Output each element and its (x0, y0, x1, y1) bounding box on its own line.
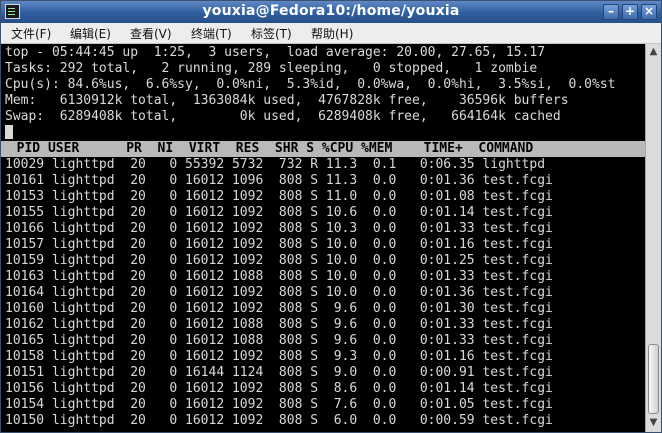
top-swap-line: Swap: 6289408k total, 0k used, 6289408k … (5, 109, 561, 124)
process-table-header: PID USER PR NI VIRT RES SHR S %CPU %MEM … (1, 141, 645, 157)
process-row: 10150 lighttpd 20 0 16012 1092 808 S 6.0… (5, 413, 553, 428)
process-row: 10166 lighttpd 20 0 16012 1092 808 S 10.… (5, 221, 553, 236)
process-row: 10153 lighttpd 20 0 16012 1092 808 S 11.… (5, 189, 553, 204)
process-row: 10159 lighttpd 20 0 16012 1092 808 S 10.… (5, 253, 553, 268)
process-row: 10154 lighttpd 20 0 16012 1092 808 S 7.6… (5, 397, 553, 412)
menu-terminal[interactable]: 终端(T) (191, 25, 232, 42)
process-row: 10155 lighttpd 20 0 16012 1092 808 S 10.… (5, 205, 553, 220)
close-icon[interactable]: × (641, 4, 657, 20)
maximize-icon[interactable]: + (622, 4, 638, 20)
top-uptime-line: top - 05:44:45 up 1:25, 3 users, load av… (5, 45, 546, 60)
process-row: 10157 lighttpd 20 0 16012 1092 808 S 10.… (5, 237, 553, 252)
window-title: youxia@Fedora10:/home/youxia (202, 3, 460, 19)
terminal-cursor (5, 125, 13, 139)
menu-file[interactable]: 文件(F) (11, 25, 51, 42)
process-row: 10160 lighttpd 20 0 16012 1092 808 S 9.6… (5, 301, 553, 316)
menu-edit[interactable]: 编辑(E) (70, 25, 111, 42)
process-row: 10158 lighttpd 20 0 16012 1092 808 S 9.3… (5, 349, 553, 364)
process-row: 10164 lighttpd 20 0 16012 1092 808 S 10.… (5, 285, 553, 300)
top-cpu-line: Cpu(s): 84.6%us, 6.6%sy, 0.0%ni, 5.3%id,… (5, 77, 616, 92)
scrollbar-thumb[interactable] (648, 344, 659, 414)
process-row: 10029 lighttpd 20 0 55392 5732 732 R 11.… (5, 157, 546, 172)
menu-tabs[interactable]: 标签(T) (251, 25, 292, 42)
terminal-window: youxia@Fedora10:/home/youxia – + × 文件(F)… (0, 0, 662, 433)
top-tasks-line: Tasks: 292 total, 2 running, 289 sleepin… (5, 61, 538, 76)
process-row: 10162 lighttpd 20 0 16012 1088 808 S 9.6… (5, 317, 553, 332)
menu-bar: 文件(F) 编辑(E) 查看(V) 终端(T) 标签(T) 帮助(H) (1, 23, 661, 44)
process-row: 10165 lighttpd 20 0 16012 1088 808 S 9.6… (5, 333, 553, 348)
menu-view[interactable]: 查看(V) (130, 25, 172, 42)
minimize-icon[interactable]: – (603, 4, 619, 20)
scroll-down-icon[interactable]: ▼ (647, 416, 660, 430)
process-row: 10163 lighttpd 20 0 16012 1088 808 S 10.… (5, 269, 553, 284)
process-row: 10156 lighttpd 20 0 16012 1092 808 S 8.6… (5, 381, 553, 396)
process-row: 10151 lighttpd 20 0 16144 1124 808 S 9.0… (5, 365, 553, 380)
top-mem-line: Mem: 6130912k total, 1363084k used, 4767… (5, 93, 569, 108)
scroll-up-icon[interactable]: ▲ (647, 45, 660, 59)
menu-help[interactable]: 帮助(H) (311, 25, 353, 42)
terminal-screen[interactable]: top - 05:44:45 up 1:25, 3 users, load av… (1, 44, 645, 432)
vertical-scrollbar[interactable]: ▲ ▼ (645, 44, 661, 432)
title-bar[interactable]: youxia@Fedora10:/home/youxia – + × (1, 1, 661, 23)
process-row: 10161 lighttpd 20 0 16012 1096 808 S 11.… (5, 173, 553, 188)
